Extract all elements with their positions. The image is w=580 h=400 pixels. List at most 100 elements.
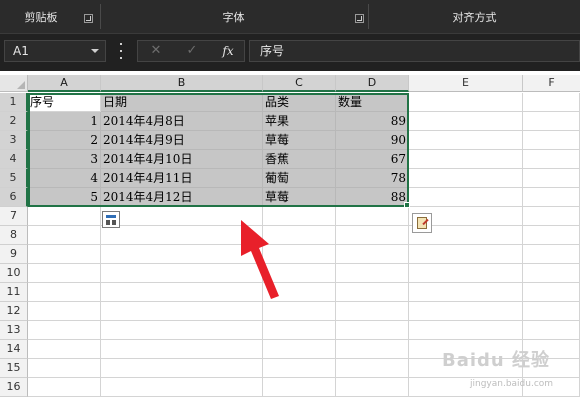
empty-cell[interactable] (523, 131, 580, 150)
paste-options-icon[interactable] (412, 213, 432, 233)
empty-cell[interactable] (336, 321, 409, 340)
table-cell[interactable]: 67 (336, 150, 409, 169)
cancel-icon[interactable]: ✕ (138, 41, 174, 61)
row-header[interactable]: 11 (0, 283, 28, 302)
empty-cell[interactable] (523, 264, 580, 283)
more-options-icon[interactable] (116, 43, 126, 59)
empty-cell[interactable] (523, 150, 580, 169)
column-header-d[interactable]: D (336, 75, 409, 92)
row-header[interactable]: 13 (0, 321, 28, 340)
row-header[interactable]: 14 (0, 340, 28, 359)
row-header[interactable]: 7 (0, 207, 28, 226)
confirm-icon[interactable]: ✓ (174, 41, 210, 61)
empty-cell[interactable] (336, 359, 409, 378)
row-header[interactable]: 12 (0, 302, 28, 321)
empty-cell[interactable] (336, 264, 409, 283)
column-header-b[interactable]: B (101, 75, 263, 92)
empty-cell[interactable] (336, 340, 409, 359)
empty-cell[interactable] (28, 283, 101, 302)
empty-cell[interactable] (263, 378, 336, 397)
table-cell[interactable]: 89 (336, 112, 409, 131)
table-cell[interactable]: 2014年4月12日 (101, 188, 263, 207)
column-header-a[interactable]: A (28, 75, 101, 92)
table-cell[interactable]: 葡萄 (263, 169, 336, 188)
empty-cell[interactable] (409, 321, 523, 340)
empty-cell[interactable] (409, 302, 523, 321)
row-header[interactable]: 3 (0, 131, 28, 150)
table-cell[interactable]: 3 (28, 150, 101, 169)
empty-cell[interactable] (523, 207, 580, 226)
table-cell[interactable]: 88 (336, 188, 409, 207)
quick-analysis-icon[interactable] (102, 211, 120, 228)
select-all-button[interactable] (0, 75, 28, 92)
table-header-cell[interactable]: 日期 (101, 93, 263, 112)
chevron-down-icon[interactable] (91, 49, 99, 53)
insert-function-icon[interactable]: fx (210, 41, 246, 61)
row-header[interactable]: 6 (0, 188, 28, 207)
table-cell[interactable]: 90 (336, 131, 409, 150)
empty-cell[interactable] (336, 302, 409, 321)
row-header[interactable]: 2 (0, 112, 28, 131)
table-cell[interactable]: 1 (28, 112, 101, 131)
empty-cell[interactable] (523, 112, 580, 131)
empty-cell[interactable] (28, 245, 101, 264)
empty-cell[interactable] (523, 245, 580, 264)
table-cell[interactable]: 香蕉 (263, 150, 336, 169)
empty-cell[interactable] (409, 112, 523, 131)
empty-cell[interactable] (409, 169, 523, 188)
empty-cell[interactable] (28, 226, 101, 245)
name-box[interactable]: A1 (4, 40, 106, 62)
table-cell[interactable]: 4 (28, 169, 101, 188)
table-cell[interactable]: 2014年4月8日 (101, 112, 263, 131)
empty-cell[interactable] (523, 188, 580, 207)
column-header-f[interactable]: F (523, 75, 580, 92)
empty-cell[interactable] (28, 321, 101, 340)
table-header-cell[interactable]: 品类 (263, 93, 336, 112)
empty-cell[interactable] (101, 378, 263, 397)
empty-cell[interactable] (263, 359, 336, 378)
table-cell[interactable]: 78 (336, 169, 409, 188)
table-cell[interactable]: 2014年4月9日 (101, 131, 263, 150)
table-cell[interactable]: 2014年4月10日 (101, 150, 263, 169)
empty-cell[interactable] (28, 378, 101, 397)
clipboard-launcher-icon[interactable] (84, 14, 93, 23)
empty-cell[interactable] (523, 283, 580, 302)
formula-input[interactable]: 序号 (249, 40, 580, 62)
column-header-e[interactable]: E (409, 75, 523, 92)
empty-cell[interactable] (28, 340, 101, 359)
empty-cell[interactable] (101, 359, 263, 378)
empty-cell[interactable] (263, 321, 336, 340)
empty-cell[interactable] (336, 226, 409, 245)
table-cell[interactable]: 2014年4月11日 (101, 169, 263, 188)
empty-cell[interactable] (28, 359, 101, 378)
empty-cell[interactable] (409, 93, 523, 112)
empty-cell[interactable] (263, 340, 336, 359)
font-launcher-icon[interactable] (355, 14, 364, 23)
empty-cell[interactable] (409, 283, 523, 302)
table-cell[interactable]: 草莓 (263, 188, 336, 207)
row-header[interactable]: 1 (0, 93, 28, 112)
empty-cell[interactable] (409, 150, 523, 169)
row-header[interactable]: 4 (0, 150, 28, 169)
table-cell[interactable]: 草莓 (263, 131, 336, 150)
empty-cell[interactable] (28, 264, 101, 283)
row-header[interactable]: 5 (0, 169, 28, 188)
table-header-cell[interactable]: 数量 (336, 93, 409, 112)
empty-cell[interactable] (523, 93, 580, 112)
empty-cell[interactable] (101, 340, 263, 359)
table-header-cell[interactable]: 序号 (28, 93, 101, 112)
row-header[interactable]: 15 (0, 359, 28, 378)
column-header-c[interactable]: C (263, 75, 336, 92)
row-header[interactable]: 9 (0, 245, 28, 264)
empty-cell[interactable] (336, 283, 409, 302)
table-cell[interactable]: 5 (28, 188, 101, 207)
empty-cell[interactable] (523, 226, 580, 245)
empty-cell[interactable] (101, 302, 263, 321)
empty-cell[interactable] (523, 169, 580, 188)
table-cell[interactable]: 苹果 (263, 112, 336, 131)
empty-cell[interactable] (263, 302, 336, 321)
row-header[interactable]: 16 (0, 378, 28, 397)
empty-cell[interactable] (101, 321, 263, 340)
row-header[interactable]: 8 (0, 226, 28, 245)
empty-cell[interactable] (523, 321, 580, 340)
